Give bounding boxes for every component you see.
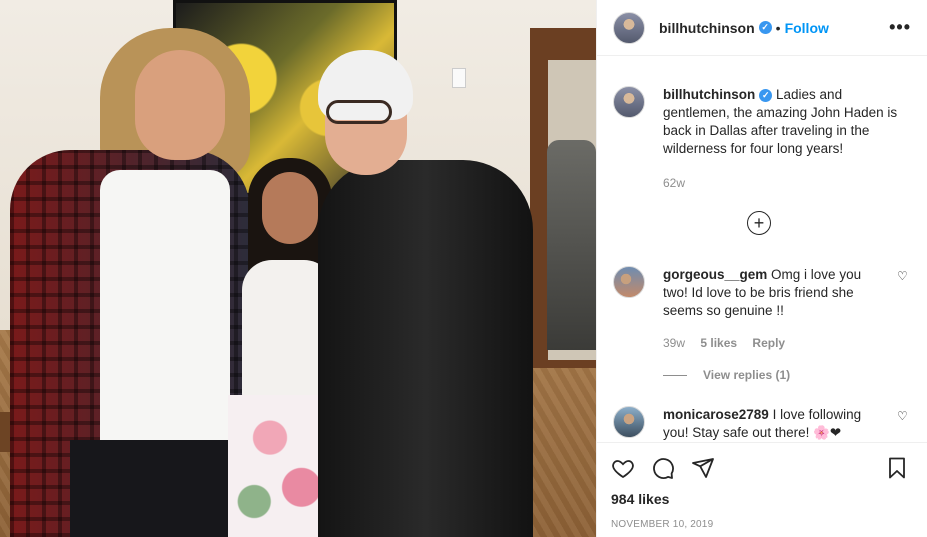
photo-background-person [547,140,596,350]
view-replies-button[interactable]: View replies (1) [663,368,790,382]
author-username[interactable]: billhutchinson [659,20,755,36]
reply-button[interactable]: Reply [752,336,785,350]
photo-light-switch [452,68,466,88]
post-actions: 984 likes NOVEMBER 10, 2019 [597,442,927,530]
comment-avatar[interactable] [613,406,645,438]
person-middle-face [262,172,318,244]
person-left-shirt [100,170,230,460]
instagram-post: billhutchinson ✓ • Follow ••• billhutchi… [0,0,927,537]
more-options-icon[interactable]: ••• [889,17,911,38]
person-right-jacket [318,160,533,537]
comment-like-heart-icon[interactable]: ♡ [897,406,911,442]
comment-bubble-icon[interactable] [649,454,677,482]
likes-count[interactable]: 984 likes [611,491,911,507]
like-heart-icon[interactable] [609,454,637,482]
post-date[interactable]: NOVEMBER 10, 2019 [611,519,911,530]
save-bookmark-icon[interactable] [883,454,911,482]
person-left-face [135,50,225,160]
caption-entry: billhutchinson ✓ Ladies and gentlemen, th… [597,86,927,192]
comment-avatar[interactable] [613,266,645,298]
caption-verified-badge-icon: ✓ [759,88,773,102]
author-avatar[interactable] [613,11,645,44]
comment-body: gorgeous__gem Omg i love you two! Id lov… [663,266,889,352]
post-photo[interactable] [0,0,596,537]
view-replies-label: View replies (1) [703,368,791,382]
comment-likes[interactable]: 5 likes [700,336,737,350]
comment-body: monicarose2789 I love following you! Sta… [663,406,889,442]
person-right-glasses [326,100,392,124]
comment-item: monicarose2789 I love following you! Sta… [597,406,927,442]
comment-username[interactable]: monicarose2789 [663,407,769,422]
caption-avatar[interactable] [613,86,645,118]
comments-list[interactable]: billhutchinson ✓ Ladies and gentlemen, th… [597,56,927,442]
comment-age[interactable]: 39w [663,336,685,350]
post-header: billhutchinson ✓ • Follow ••• [597,0,927,56]
plus-icon: + [753,213,765,233]
view-replies-line [663,374,687,376]
person-left-pants [70,440,240,537]
comment-meta: 39w 5 likes Reply [663,334,889,352]
comment-username[interactable]: gorgeous__gem [663,267,767,282]
post-side-panel: billhutchinson ✓ • Follow ••• billhutchi… [596,0,927,537]
comment-item: gorgeous__gem Omg i love you two! Id lov… [597,266,927,352]
caption-meta: 62w [663,174,911,192]
verified-badge-icon: ✓ [758,21,772,34]
caption-username[interactable]: billhutchinson [663,87,755,102]
action-icons [609,453,911,483]
caption-body: billhutchinson ✓ Ladies and gentlemen, th… [663,86,911,192]
load-more-comments-icon[interactable]: + [747,211,771,235]
share-paper-plane-icon[interactable] [689,454,717,482]
comment-like-heart-icon[interactable]: ♡ [897,266,911,352]
caption-age[interactable]: 62w [663,176,685,190]
follow-button[interactable]: Follow [785,20,829,36]
header-separator: • [775,19,781,36]
